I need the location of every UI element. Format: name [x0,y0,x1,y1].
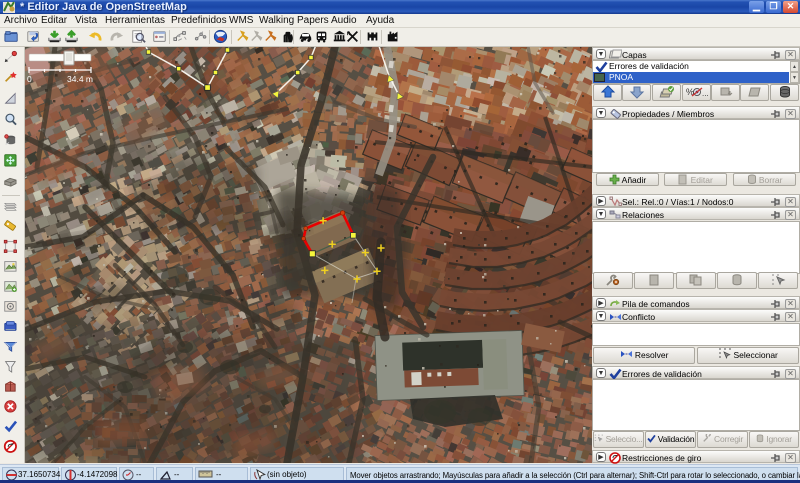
svg-text:...: ... [702,89,708,98]
svg-text:0: 0 [27,74,32,84]
svg-text:34.4 m: 34.4 m [67,74,93,84]
